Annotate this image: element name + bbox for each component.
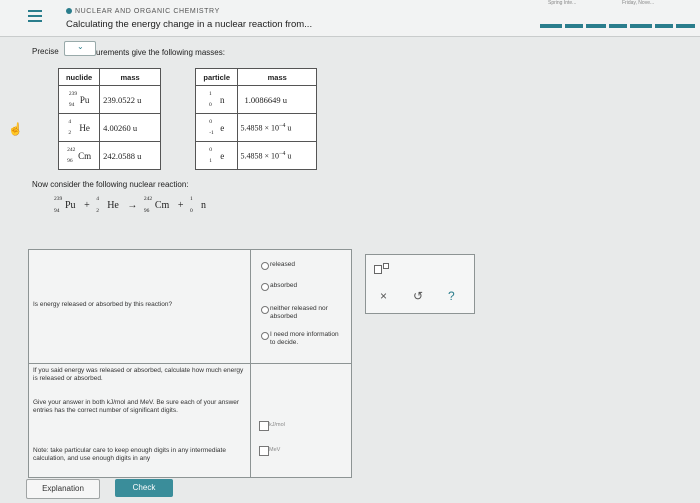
question-2: If you said energy was released or absor…	[33, 367, 244, 382]
mass-header: mass	[99, 68, 161, 86]
math-tools-panel: x10 × ↺ ?	[365, 254, 475, 314]
option-absorbed: absorbed	[270, 282, 298, 289]
progress-bar	[540, 24, 695, 28]
radio-neither[interactable]	[261, 306, 269, 314]
top-label-2: Friday, Nove...	[622, 0, 655, 6]
consider-text: Now consider the following nuclear react…	[32, 180, 189, 189]
nuclear-reaction: 239 94 Pu + 4 2 He → 242 96 Cm + 10n	[54, 196, 206, 214]
particle-electron: 0 -1 e	[209, 118, 225, 136]
kj-mol-unit: kJ/mol	[269, 422, 285, 428]
particle-header: particle	[194, 68, 239, 86]
nuclide-header: nuclide	[57, 68, 101, 86]
hand-pointer-icon: ☝	[8, 122, 23, 136]
nuclide-table: nuclide mass 239 94 Pu 239.0522 u 4 2 He 4.00…	[57, 68, 161, 170]
kj-mol-input[interactable]	[259, 421, 269, 431]
mass-cm: 242.0588 u	[99, 141, 161, 170]
undo-icon[interactable]: ↺	[413, 289, 423, 303]
question-1: Is energy released or absorbed by this r…	[33, 301, 173, 308]
option-need-info: I need more information to decide.	[270, 331, 339, 346]
particle-mass-header: mass	[237, 68, 317, 86]
nuclide-pu: 239 94 Pu	[68, 90, 90, 108]
option-neither: neither released nor absorbed	[270, 305, 328, 320]
nuclide-cm: 242 96 Cm	[67, 146, 92, 164]
mass-positron: 5.4858 × 10−4 u	[237, 141, 317, 170]
nuclide-he: 4 2 He	[68, 118, 90, 136]
reactant-he: 4 2 He	[96, 196, 119, 214]
breadcrumb: NUCLEAR AND ORGANIC CHEMISTRY	[66, 8, 220, 15]
mass-neutron: 1.0086649 u	[237, 85, 317, 114]
help-icon[interactable]: ?	[448, 289, 455, 303]
product-n: 10n	[189, 196, 206, 214]
mev-input[interactable]	[259, 446, 269, 456]
menu-icon[interactable]	[28, 10, 42, 22]
x10-button[interactable]: x10	[374, 263, 389, 274]
radio-absorbed[interactable]	[261, 283, 269, 291]
mass-he: 4.00260 u	[99, 113, 161, 142]
precise-label: Precise	[32, 47, 59, 56]
reaction-arrow: →	[127, 200, 138, 211]
top-header: NUCLEAR AND ORGANIC CHEMISTRY Calculatin…	[0, 0, 700, 37]
reactant-pu: 239 94 Pu	[54, 196, 76, 214]
explain-dropdown[interactable]: ⌄	[64, 41, 96, 56]
particle-table: particle mass 10n 1.0086649 u 0 -1 e 5.4858…	[194, 68, 317, 170]
question-4: Note: take particular care to keep enoug…	[33, 447, 226, 462]
top-label-1: Spring Inte...	[548, 0, 577, 6]
explanation-button[interactable]: Explanation	[26, 479, 100, 499]
mass-electron: 5.4858 × 10−4 u	[237, 113, 317, 142]
mass-pu: 239.0522 u	[99, 85, 161, 114]
option-released: released	[270, 261, 295, 268]
radio-released[interactable]	[261, 262, 269, 270]
chevron-down-icon: ⌄	[77, 42, 84, 51]
check-button[interactable]: Check	[115, 479, 173, 497]
radio-need-info[interactable]	[261, 332, 269, 340]
topic-dot-icon	[66, 8, 72, 14]
page-title: Calculating the energy change in a nucle…	[66, 19, 313, 30]
close-icon[interactable]: ×	[380, 289, 387, 303]
answer-table	[28, 249, 352, 478]
particle-positron: 01e	[209, 146, 225, 164]
particle-neutron: 10n	[208, 90, 225, 108]
mev-unit: MeV	[269, 447, 281, 453]
question-3: Give your answer in both kJ/mol and MeV.…	[33, 399, 240, 414]
prompt-text: urements give the following masses:	[96, 48, 225, 57]
product-cm: 242 96 Cm	[143, 196, 170, 214]
